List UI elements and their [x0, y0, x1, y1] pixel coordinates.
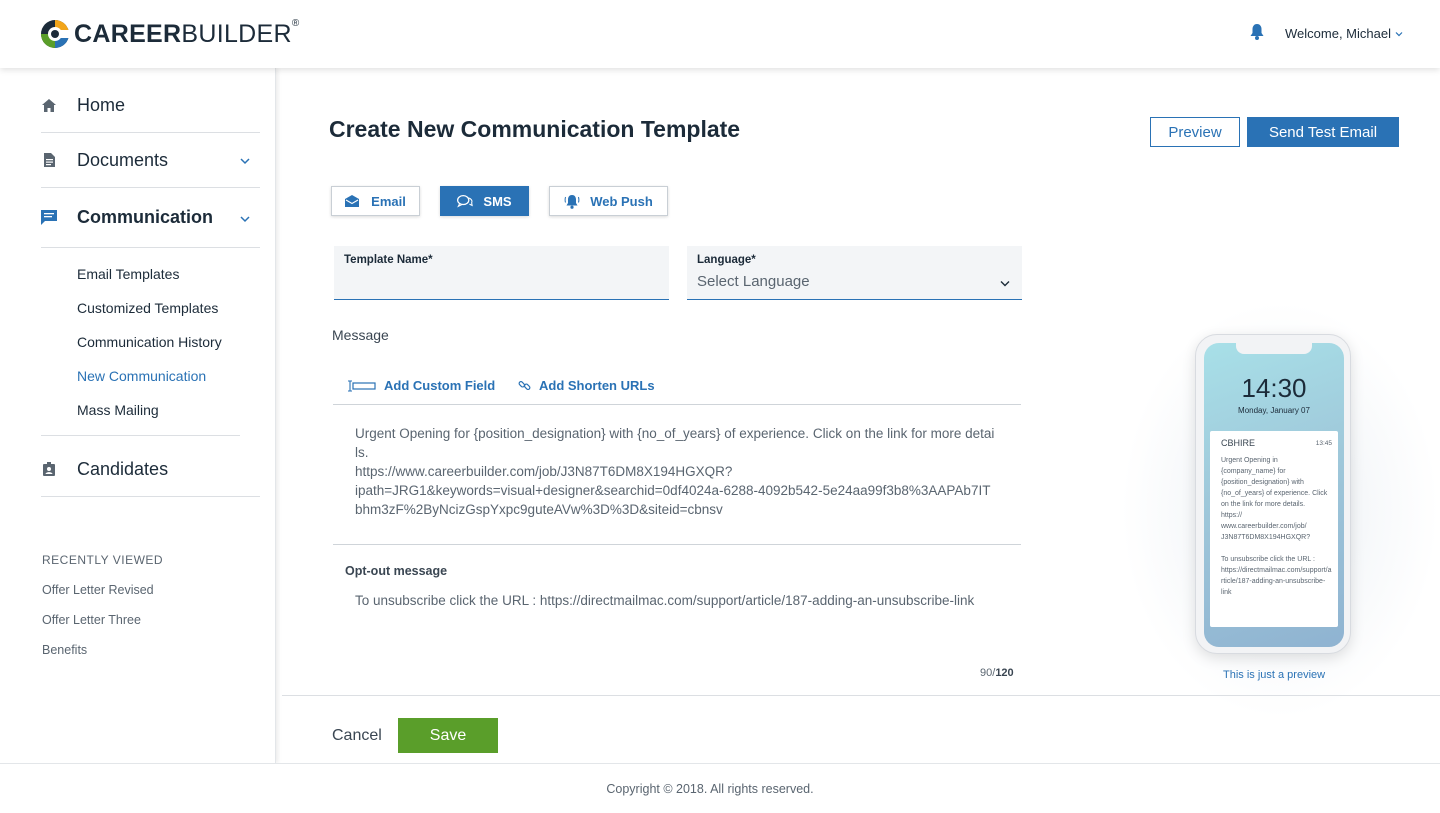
bell-icon: [564, 194, 580, 209]
add-custom-field-button[interactable]: Add Custom Field: [348, 378, 495, 393]
sms-notification: CBHIRE 13:45 Urgent Opening in {company_…: [1210, 431, 1338, 627]
recent-item[interactable]: Offer Letter Revised: [42, 583, 154, 597]
link-icon: [518, 379, 531, 392]
sidebar-item-home[interactable]: Home: [41, 78, 260, 133]
character-counter: 90/120: [980, 667, 1014, 679]
add-custom-field-label: Add Custom Field: [384, 378, 496, 393]
sidebar-subitem-email-templates[interactable]: Email Templates: [77, 266, 179, 282]
send-test-email-button[interactable]: Send Test Email: [1247, 117, 1399, 147]
footer: Copyright © 2018. All rights reserved.: [0, 763, 1440, 813]
phone-preview: 14:30 Monday, January 07 CBHIRE 13:45 Ur…: [1195, 334, 1351, 654]
save-button[interactable]: Save: [398, 718, 498, 753]
phone-notch: [1236, 343, 1312, 354]
tab-label: SMS: [483, 193, 512, 209]
tab-label: Email: [371, 193, 406, 209]
document-icon: [41, 152, 57, 168]
sidebar-item-candidates[interactable]: Candidates: [41, 442, 260, 497]
phone-date: Monday, January 07: [1238, 406, 1310, 415]
careerbuilder-logo[interactable]: CAREERBUILDER®: [40, 17, 300, 49]
tab-web-push[interactable]: Web Push: [549, 186, 668, 216]
phone-time: 14:30: [1241, 373, 1307, 403]
envelope-icon: [345, 194, 361, 208]
sidebar-item-label: Candidates: [77, 458, 169, 479]
welcome-text: Welcome, Michael: [1285, 26, 1391, 41]
copyright-text: Copyright © 2018. All rights reserved.: [606, 782, 814, 796]
home-icon: [41, 97, 57, 113]
chevron-down-icon: [1395, 31, 1403, 36]
notification-time: 13:45: [1315, 440, 1332, 447]
logo-mark-icon: [40, 19, 70, 49]
chevron-down-icon: [240, 216, 250, 223]
logo-text: CAREERBUILDER®: [74, 17, 300, 48]
tab-sms[interactable]: SMS: [440, 186, 529, 216]
message-textarea[interactable]: Urgent Opening for {position_designation…: [355, 424, 995, 519]
counter-max: 120: [995, 667, 1014, 679]
language-label: Language*: [697, 254, 756, 266]
message-label: Message: [332, 327, 389, 343]
sidebar-item-label: Home: [77, 94, 126, 115]
sidebar-item-label: Communication: [77, 207, 214, 227]
sidebar-subitem-new-communication[interactable]: New Communication: [77, 368, 206, 384]
page-title: Create New Communication Template: [329, 116, 741, 142]
chevron-down-icon: [240, 158, 250, 165]
preview-note: This is just a preview: [1223, 669, 1326, 681]
badge-icon: [41, 461, 57, 477]
user-menu[interactable]: Welcome, Michael: [1285, 26, 1403, 41]
recent-item[interactable]: Benefits: [42, 643, 87, 657]
message-text: Urgent Opening for {position_designation…: [355, 426, 995, 517]
preview-button[interactable]: Preview: [1150, 117, 1240, 147]
sidebar-subitem-customized-templates[interactable]: Customized Templates: [77, 300, 218, 316]
sidebar-item-communication[interactable]: Communication: [41, 188, 260, 248]
sidebar-item-documents[interactable]: Documents: [41, 133, 260, 188]
optout-label: Opt-out message: [345, 564, 448, 578]
language-select[interactable]: Language* Select Language: [687, 246, 1022, 300]
sidebar-subitem-communication-history[interactable]: Communication History: [77, 334, 222, 350]
chat-icon: [41, 210, 57, 226]
phone-screen: 14:30 Monday, January 07 CBHIRE 13:45 Ur…: [1204, 343, 1344, 647]
message-divider: [333, 544, 1021, 545]
language-selected-value: Select Language: [697, 273, 810, 290]
sidebar-divider: [41, 435, 240, 436]
sidebar-subitem-mass-mailing[interactable]: Mass Mailing: [77, 402, 159, 418]
add-shorten-urls-label: Add Shorten URLs: [539, 378, 655, 393]
sidebar: Home Documents Communication Email Templ…: [0, 68, 276, 763]
template-name-field[interactable]: Template Name*: [334, 246, 669, 300]
notification-body: Urgent Opening in {company_name} for {po…: [1221, 457, 1332, 596]
chat-bubbles-icon: [457, 194, 474, 208]
notification-sender: CBHIRE: [1221, 438, 1256, 448]
notification-bell-icon[interactable]: [1250, 24, 1266, 42]
template-name-label: Template Name*: [344, 254, 433, 266]
sidebar-item-label: Documents: [77, 149, 169, 170]
template-name-input[interactable]: [344, 272, 654, 294]
message-toolbar-divider: [333, 404, 1021, 405]
add-shorten-urls-button[interactable]: Add Shorten URLs: [518, 378, 655, 393]
cancel-button[interactable]: Cancel: [332, 727, 382, 745]
tab-label: Web Push: [590, 193, 653, 209]
counter-current: 90: [980, 667, 993, 679]
recent-item[interactable]: Offer Letter Three: [42, 613, 141, 627]
chevron-down-icon: [1000, 281, 1010, 287]
custom-field-icon: [348, 379, 376, 392]
tab-email[interactable]: Email: [331, 186, 420, 216]
recently-viewed-heading: RECENTLY VIEWED: [42, 553, 164, 567]
optout-message-text[interactable]: To unsubscribe click the URL : https://d…: [355, 591, 995, 610]
top-header: CAREERBUILDER® Welcome, Michael: [0, 0, 1440, 68]
